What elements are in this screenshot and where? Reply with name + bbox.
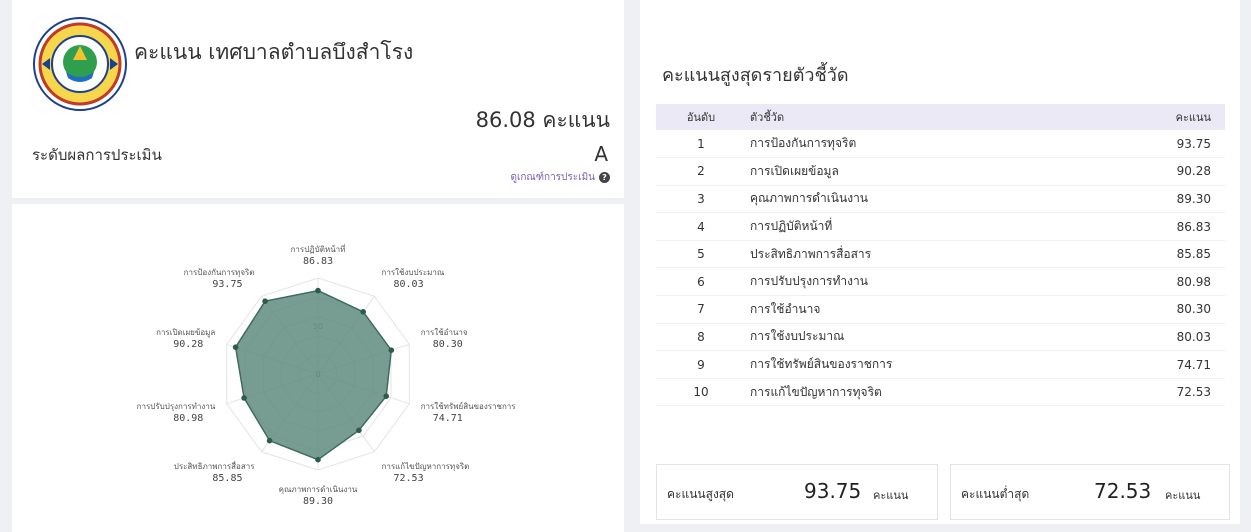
radar-axis-value: 74.71 (433, 413, 463, 424)
table-row: 1 การป้องกันการทุจริต 93.75 (656, 130, 1225, 159)
ranking-table-body: 1 การป้องกันการทุจริต 93.75 2 การเปิดเผยข้อม… (656, 130, 1225, 407)
criteria-link-label: ดูเกณฑ์การประเมิน (510, 172, 595, 183)
radar-point (383, 393, 390, 399)
row-rank: 7 (656, 295, 746, 324)
radar-axis-value: 80.98 (173, 413, 203, 424)
row-score: 80.03 (1104, 323, 1225, 352)
row-rank: 10 (656, 378, 746, 407)
table-row: 9 การใช้ทรัพย์สินของราชการ 74.71 (656, 350, 1225, 379)
row-indicator: การป้องกันการทุจริต (746, 130, 1105, 159)
row-rank: 4 (656, 212, 746, 241)
radar-axis-label: ประสิทธิภาพการสื่อสาร (174, 460, 255, 471)
row-rank: 2 (656, 157, 746, 186)
radar-series-area (234, 289, 393, 461)
radar-axis-value: 80.30 (433, 339, 463, 350)
radar-axis-value: 86.83 (303, 256, 333, 267)
summary-card: คะแนน เทศบาลตำบลบึงสำโรง 86.08 คะแนน ระด… (12, 0, 624, 198)
row-score: 89.30 (1104, 185, 1225, 214)
ranking-title: คะแนนสูงสุดรายตัวชี้วัด (662, 65, 849, 86)
table-row: 6 การปรับปรุงการทำงาน 80.98 (656, 267, 1225, 297)
row-indicator: การปรับปรุงการทำงาน (746, 267, 1105, 297)
min-score-unit: คะแนน (1165, 489, 1201, 502)
total-score: 86.08 คะแนน (475, 108, 610, 132)
min-score-label: คะแนนต่ำสุด (961, 487, 1030, 501)
radar-axis-value: 80.03 (394, 279, 424, 290)
radar-point (266, 437, 273, 444)
assessment-level-label: ระดับผลการประเมิน (32, 146, 162, 164)
radar-axis-label: การปรับปรุงการทำงาน (137, 402, 216, 411)
radar-point (262, 298, 268, 304)
radar-axis-value: 93.75 (212, 279, 242, 290)
table-row: 2 การเปิดเผยข้อมูล 90.28 (656, 157, 1225, 186)
row-score: 74.71 (1104, 350, 1225, 379)
criteria-link[interactable]: ดูเกณฑ์การประเมิน ? (510, 170, 610, 185)
max-score-unit: คะแนน (873, 489, 909, 502)
row-rank: 1 (656, 130, 746, 159)
radar-point (388, 347, 395, 353)
ranking-table: อันดับ ตัวชี้วัด คะแนน 1 การป้องกันการทุจ… (656, 104, 1225, 407)
row-rank: 5 (656, 240, 746, 269)
row-indicator: ประสิทธิภาพการสื่อสาร (746, 240, 1105, 269)
page-title: คะแนน เทศบาลตำบลบึงสำโรง (134, 40, 414, 64)
assessment-grade: A (594, 142, 608, 166)
radar-point (232, 344, 239, 350)
radar-axis-label: การป้องกันการทุจริต (184, 268, 255, 277)
row-indicator: การปฏิบัติหน้าที่ (746, 212, 1105, 241)
radar-axis-label: การแก้ไขปัญหาการทุจริต (382, 462, 470, 471)
radar-axis-value: 72.53 (394, 473, 424, 484)
row-score: 80.98 (1104, 267, 1225, 297)
radar-point (315, 287, 321, 294)
radar-axis-value: 89.30 (303, 496, 333, 507)
radar-point (360, 309, 367, 315)
table-row: 3 คุณภาพการดำเนินงาน 89.30 (656, 185, 1225, 214)
radar-point (356, 427, 362, 434)
table-row: 5 ประสิทธิภาพการสื่อสาร 85.85 (656, 240, 1225, 269)
radar-axis-value: 90.28 (173, 339, 203, 350)
radar-axis-value: 85.85 (212, 473, 242, 484)
row-indicator: คุณภาพการดำเนินงาน (746, 185, 1105, 214)
radar-chart-card: 050การปฏิบัติหน้าที่86.83การใช้งบประมาณ8… (12, 204, 624, 532)
row-indicator: การแก้ไขปัญหาการทุจริต (746, 378, 1105, 407)
max-score-box: คะแนนสูงสุด 93.75 คะแนน (656, 464, 938, 520)
municipality-seal-icon (33, 17, 127, 111)
row-rank: 3 (656, 185, 746, 214)
radar-axis-label: การใช้ทรัพย์สินของราชการ (421, 401, 517, 411)
table-row: 8 การใช้งบประมาณ 80.03 (656, 323, 1225, 352)
max-score-value: 93.75 (804, 479, 862, 503)
row-score: 72.53 (1104, 378, 1225, 407)
table-header-row: อันดับ ตัวชี้วัด คะแนน (656, 104, 1225, 130)
radar-point (315, 456, 321, 463)
row-rank: 6 (656, 267, 746, 297)
row-score: 90.28 (1104, 157, 1225, 186)
radar-axis-label: คุณภาพการดำเนินงาน (279, 485, 358, 494)
row-rank: 9 (656, 350, 746, 379)
header-rank: อันดับ (656, 104, 746, 130)
table-row: 10 การแก้ไขปัญหาการทุจริต 72.53 (656, 378, 1225, 407)
row-score: 86.83 (1104, 212, 1225, 241)
table-row: 7 การใช้อำนาจ 80.30 (656, 295, 1225, 324)
header-score: คะแนน (1104, 104, 1225, 130)
min-score-box: คะแนนต่ำสุด 72.53 คะแนน (950, 464, 1230, 520)
row-indicator: การใช้อำนาจ (746, 295, 1105, 324)
question-circle-icon: ? (599, 172, 610, 183)
row-indicator: การใช้งบประมาณ (746, 323, 1105, 352)
ranking-card: คะแนนสูงสุดรายตัวชี้วัด อันดับ ตัวชี้วัด… (640, 0, 1240, 524)
radar-axis-label: การใช้อำนาจ (421, 328, 468, 337)
row-score: 80.30 (1104, 295, 1225, 324)
table-row: 4 การปฏิบัติหน้าที่ 86.83 (656, 212, 1225, 241)
row-score: 85.85 (1104, 240, 1225, 269)
radar-axis-label: การเปิดเผยข้อมูล (156, 328, 215, 338)
max-score-label: คะแนนสูงสุด (667, 487, 734, 501)
row-indicator: การเปิดเผยข้อมูล (746, 157, 1105, 186)
row-indicator: การใช้ทรัพย์สินของราชการ (746, 350, 1105, 379)
radar-axis-label: การใช้งบประมาณ (382, 268, 445, 277)
radar-axis-label: การปฏิบัติหน้าที่ (291, 243, 346, 254)
radar-chart: 050การปฏิบัติหน้าที่86.83การใช้งบประมาณ8… (137, 243, 517, 507)
row-score: 93.75 (1104, 130, 1225, 159)
radar-point (241, 395, 247, 401)
min-score-value: 72.53 (1094, 479, 1152, 503)
row-rank: 8 (656, 323, 746, 352)
header-indicator: ตัวชี้วัด (746, 104, 1105, 130)
